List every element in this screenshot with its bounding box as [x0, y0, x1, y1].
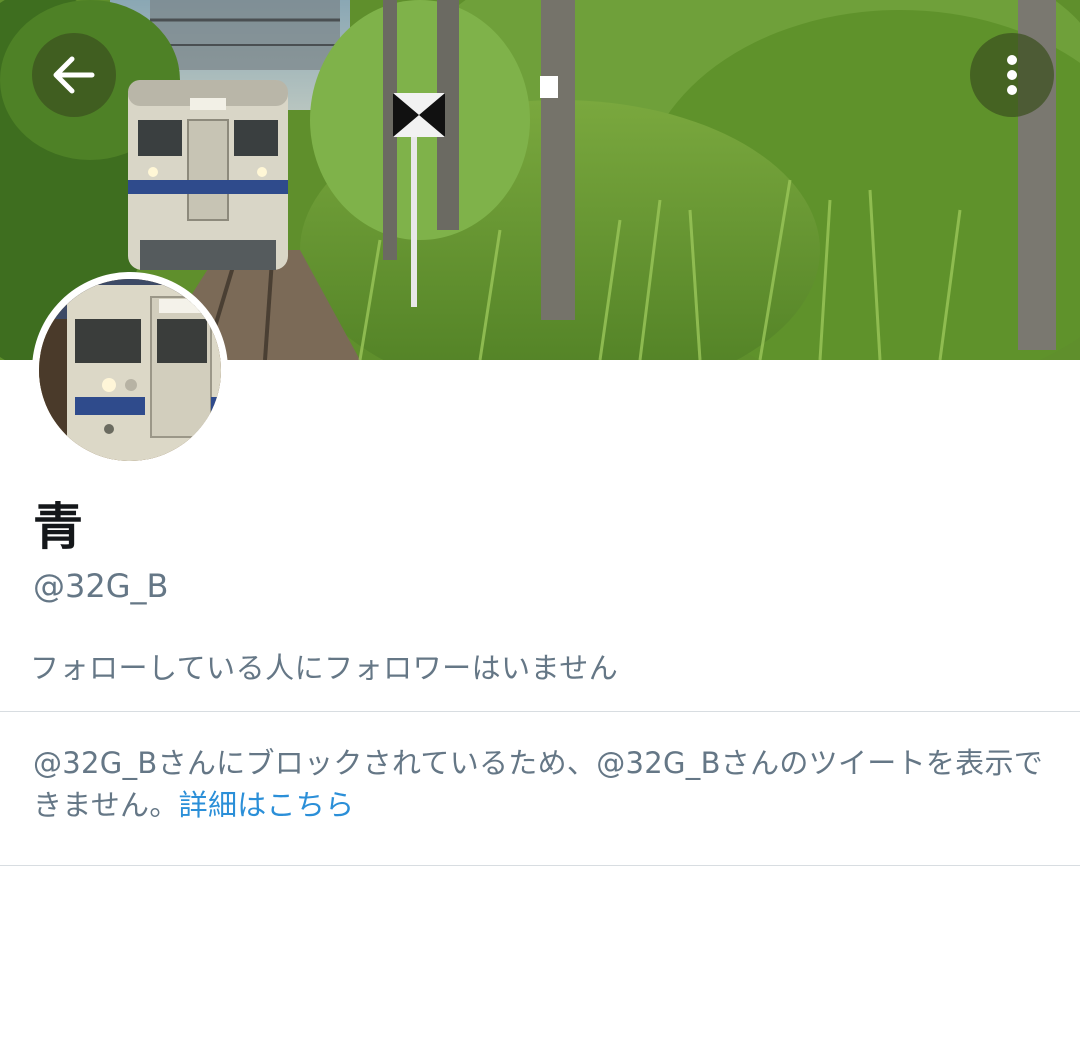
profile-avatar[interactable]: [32, 272, 228, 468]
arrow-left-icon: [52, 55, 96, 95]
profile-display-name: 青: [33, 498, 83, 556]
learn-more-link[interactable]: 詳細はこちら: [179, 788, 355, 822]
more-vertical-icon: [1005, 53, 1019, 97]
follow-status-text: フォローしている人にフォロワーはいません: [30, 651, 619, 685]
divider: [0, 711, 1080, 712]
avatar-image: [39, 279, 221, 461]
profile-handle: @32G_B: [33, 567, 169, 605]
blocked-notice: @32G_Bさんにブロックされているため、@32G_Bさんのツイートを表示できま…: [33, 742, 1053, 826]
more-options-button[interactable]: [970, 33, 1054, 117]
profile-page: 青 @32G_B フォローしている人にフォロワーはいません @32G_Bさんにブ…: [0, 0, 1080, 1045]
back-button[interactable]: [32, 33, 116, 117]
divider: [0, 865, 1080, 866]
